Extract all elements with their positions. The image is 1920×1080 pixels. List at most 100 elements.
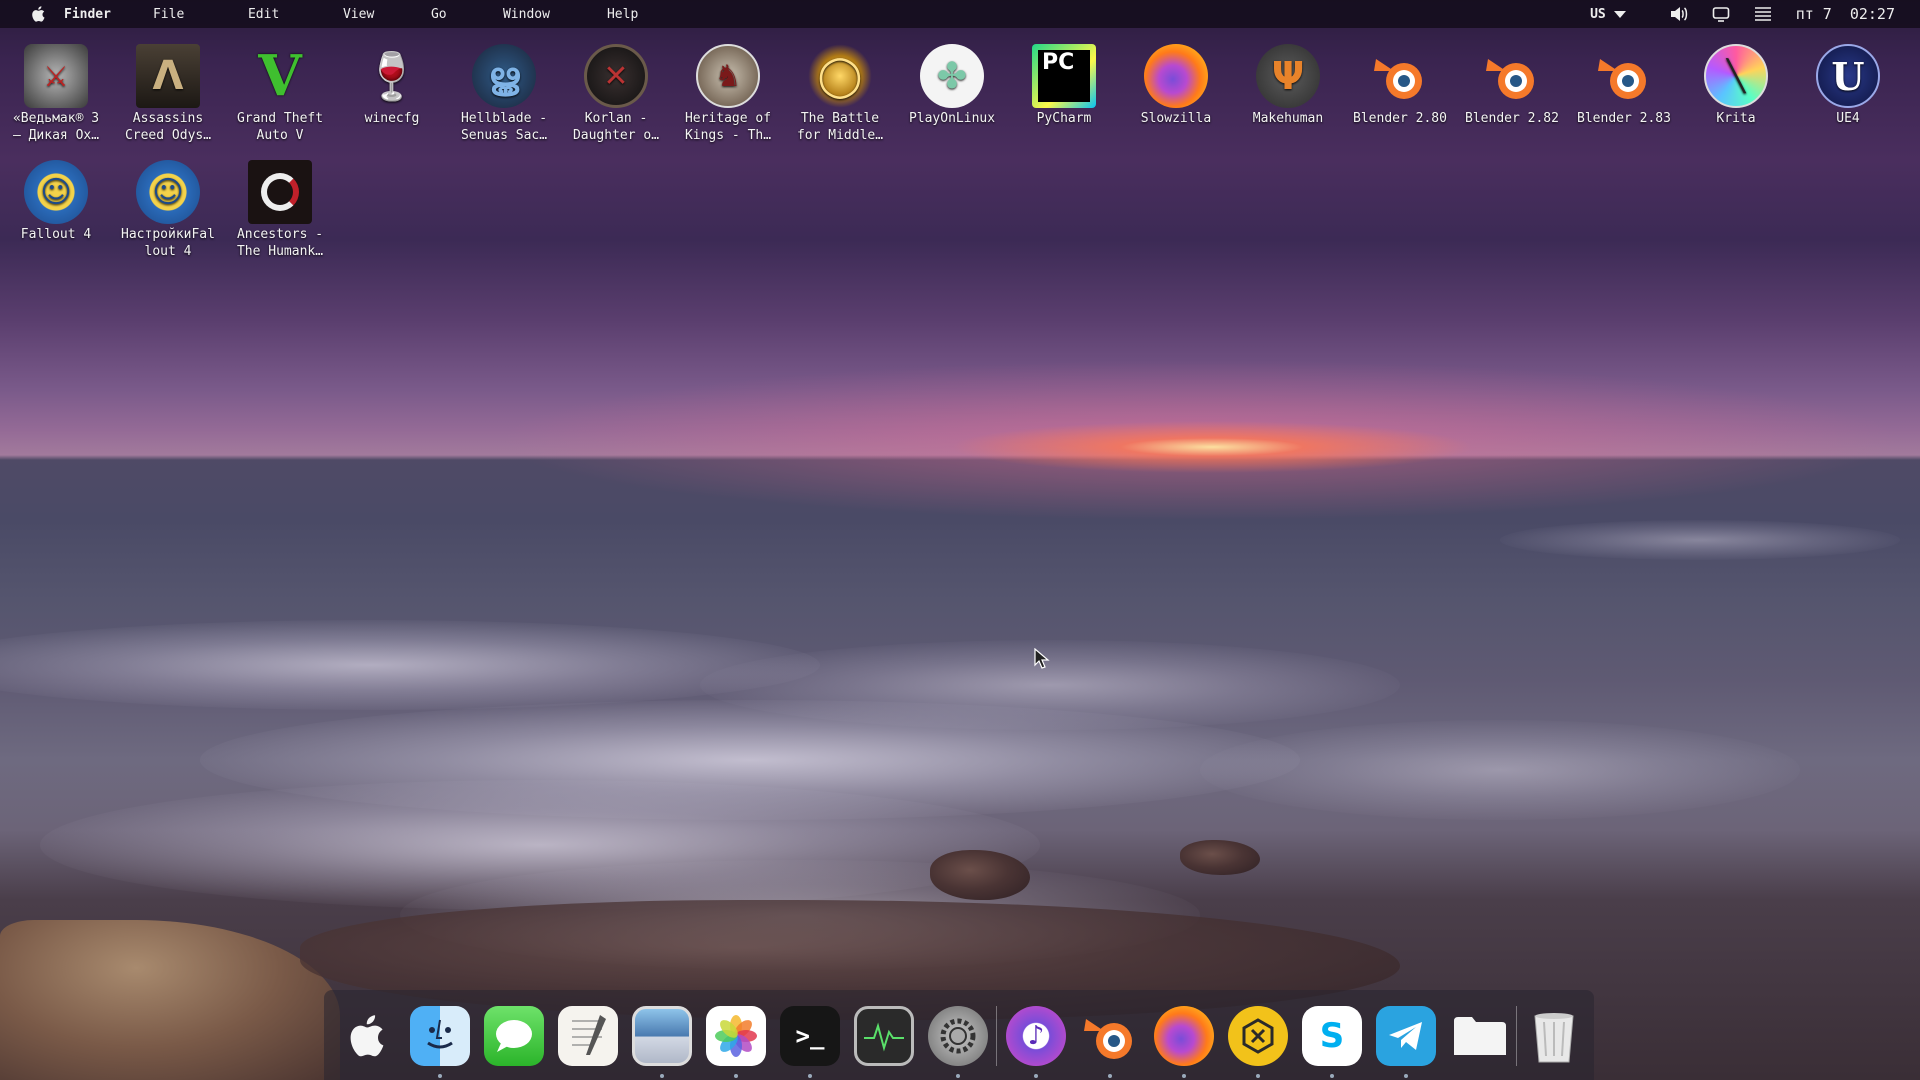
menu-go[interactable]: Go <box>431 7 503 22</box>
display-icon[interactable] <box>1712 6 1730 22</box>
krita-icon: ╲ <box>1704 44 1768 108</box>
firefox-dock-icon[interactable] <box>1154 1006 1214 1066</box>
files-folder-icon[interactable] <box>1450 1006 1510 1066</box>
clover-icon: ✤ <box>920 44 984 108</box>
desktop-icon-label: The Battle for Middle… <box>796 111 884 143</box>
unreal-engine-icon: U <box>1816 44 1880 108</box>
desktop-icon-label: Grand Theft Auto V <box>236 111 324 143</box>
photos-icon[interactable] <box>706 1006 766 1066</box>
desktop-icon-label: PlayOnLinux <box>908 111 996 126</box>
running-indicator <box>1108 1074 1112 1078</box>
desktop-icon-label: «Ведьмак® 3 – Дикая Ох… <box>12 111 100 143</box>
vault-boy-icon: ☺ <box>24 160 88 224</box>
text-editor-icon[interactable] <box>558 1006 618 1066</box>
running-indicator <box>1182 1074 1186 1078</box>
witcher-icon: ⚔ <box>24 44 88 108</box>
menu-window[interactable]: Window <box>503 7 607 22</box>
activity-monitor-icon[interactable] <box>854 1006 914 1066</box>
blender-dock-icon[interactable] <box>1080 1006 1140 1066</box>
desktop-icon-ue4[interactable]: U UE4 <box>1792 44 1904 127</box>
blender-icon <box>1480 44 1544 108</box>
desktop-icon-blender-280[interactable]: Blender 2.80 <box>1344 44 1456 127</box>
terminal-icon[interactable]: >_ <box>780 1006 840 1066</box>
keyboard-layout-menu[interactable]: US <box>1590 7 1626 22</box>
menu-edit[interactable]: Edit <box>248 7 343 22</box>
ring-icon: ◯ <box>808 44 872 108</box>
app-menu-finder[interactable]: Finder <box>64 7 111 22</box>
desktop-icon-heritage-of-kings[interactable]: ♞ Heritage of Kings - Th… <box>672 44 784 144</box>
menu-bar: Finder File Edit View Go Window Help US … <box>0 0 1920 28</box>
desktop-icon-gta-v[interactable]: V Grand Theft Auto V <box>224 44 336 144</box>
menu-file[interactable]: File <box>153 7 248 22</box>
desktop-icon-hellblade[interactable]: ൠ Hellblade - Senuas Sac… <box>448 44 560 144</box>
desktop-icon-ancestors[interactable]: Ancestors - The Humank… <box>224 160 336 260</box>
makehuman-icon: Ψ <box>1256 44 1320 108</box>
keyboard-layout-label: US <box>1590 6 1606 22</box>
heritage-of-kings-icon: ♞ <box>696 44 760 108</box>
desktop-icon-fallout4[interactable]: ☺ Fallout 4 <box>0 160 112 243</box>
messages-icon[interactable] <box>484 1006 544 1066</box>
trash-icon[interactable] <box>1524 1006 1584 1066</box>
desktop-icon-label: winecfg <box>364 111 420 126</box>
desktop-icon-label: Blender 2.80 <box>1353 111 1447 126</box>
desktop-icon-label: Makehuman <box>1252 111 1324 126</box>
audio-app-icon[interactable]: ♪ <box>1006 1006 1066 1066</box>
finder-icon[interactable] <box>410 1006 470 1066</box>
desktop-icon-makehuman[interactable]: Ψ Makehuman <box>1232 44 1344 127</box>
desktop-icon-winecfg[interactable]: 🍷 winecfg <box>336 44 448 127</box>
desktop-icon-label: Hellblade - Senuas Sac… <box>460 111 548 143</box>
desktop-icon-label: UE4 <box>1836 111 1860 126</box>
desktop-icon-playonlinux[interactable]: ✤ PlayOnLinux <box>896 44 1008 127</box>
desktop-icon-assassins-creed[interactable]: Λ Assassins Creed Odys… <box>112 44 224 144</box>
desktop-icon-blender-282[interactable]: Blender 2.82 <box>1456 44 1568 127</box>
running-indicator <box>438 1074 442 1078</box>
dock-separator <box>996 1006 997 1066</box>
image-viewer-icon[interactable] <box>632 1006 692 1066</box>
desktop-icon-blender-283[interactable]: Blender 2.83 <box>1568 44 1680 127</box>
desktop-icon-pycharm[interactable]: PC PyCharm <box>1008 44 1120 127</box>
menu-help[interactable]: Help <box>607 7 702 22</box>
desktop-icon-label: Blender 2.82 <box>1465 111 1559 126</box>
desktop-icon-label: Fallout 4 <box>20 227 92 242</box>
system-settings-icon[interactable] <box>928 1006 988 1066</box>
desktop-icon-label: Korlan - Daughter o… <box>572 111 660 143</box>
running-indicator <box>1034 1074 1038 1078</box>
apple-logo-icon[interactable] <box>30 6 46 22</box>
desktop-icon-witcher3[interactable]: ⚔ «Ведьмак® 3 – Дикая Ох… <box>0 44 112 144</box>
running-indicator <box>1330 1074 1334 1078</box>
desktop-icon-slowzilla[interactable]: Slowzilla <box>1120 44 1232 127</box>
running-indicator <box>734 1074 738 1078</box>
dock-separator <box>1516 1006 1517 1066</box>
running-indicator <box>1256 1074 1260 1078</box>
hellblade-icon: ൠ <box>472 44 536 108</box>
blender-icon <box>1592 44 1656 108</box>
chevron-down-icon <box>1613 10 1626 18</box>
desktop-icon-label: Assassins Creed Odys… <box>124 111 212 143</box>
menubar-date[interactable]: пт 7 <box>1796 5 1832 23</box>
desktop-icon-label: Heritage of Kings - Th… <box>684 111 772 143</box>
running-indicator <box>956 1074 960 1078</box>
desktop-icon-korlan[interactable]: ✕ Korlan - Daughter o… <box>560 44 672 144</box>
desktop-icon-label: Krita <box>1716 111 1756 126</box>
desktop-icon-krita[interactable]: ╲ Krita <box>1680 44 1792 127</box>
menu-view[interactable]: View <box>343 7 431 22</box>
desktop-icon-label: Slowzilla <box>1140 111 1212 126</box>
menu-lines-icon[interactable] <box>1754 6 1772 22</box>
desktop-icon-label: PyCharm <box>1036 111 1092 126</box>
telegram-icon[interactable] <box>1376 1006 1436 1066</box>
wine-glass-icon: 🍷 <box>363 48 421 103</box>
gta-v-icon: V <box>258 42 302 109</box>
desktop-icon-battle-for-middle-earth[interactable]: ◯ The Battle for Middle… <box>784 44 896 144</box>
volume-icon[interactable] <box>1670 6 1688 22</box>
menubar-clock[interactable]: 02:27 <box>1850 5 1895 23</box>
launchpad-apple-icon[interactable] <box>336 1006 396 1066</box>
desktop-icon-label: НастройкиFal lout 4 <box>121 227 215 259</box>
mouse-cursor-icon <box>1034 647 1050 674</box>
hexagon-app-icon[interactable] <box>1228 1006 1288 1066</box>
firefox-icon <box>1144 44 1208 108</box>
ancestors-icon <box>248 160 312 224</box>
desktop-icon-label: Blender 2.83 <box>1577 111 1671 126</box>
desktop-icon-fallout4-settings[interactable]: ☺ НастройкиFal lout 4 <box>112 160 224 260</box>
skype-icon[interactable]: S <box>1302 1006 1362 1066</box>
vault-boy-icon: ☺ <box>136 160 200 224</box>
